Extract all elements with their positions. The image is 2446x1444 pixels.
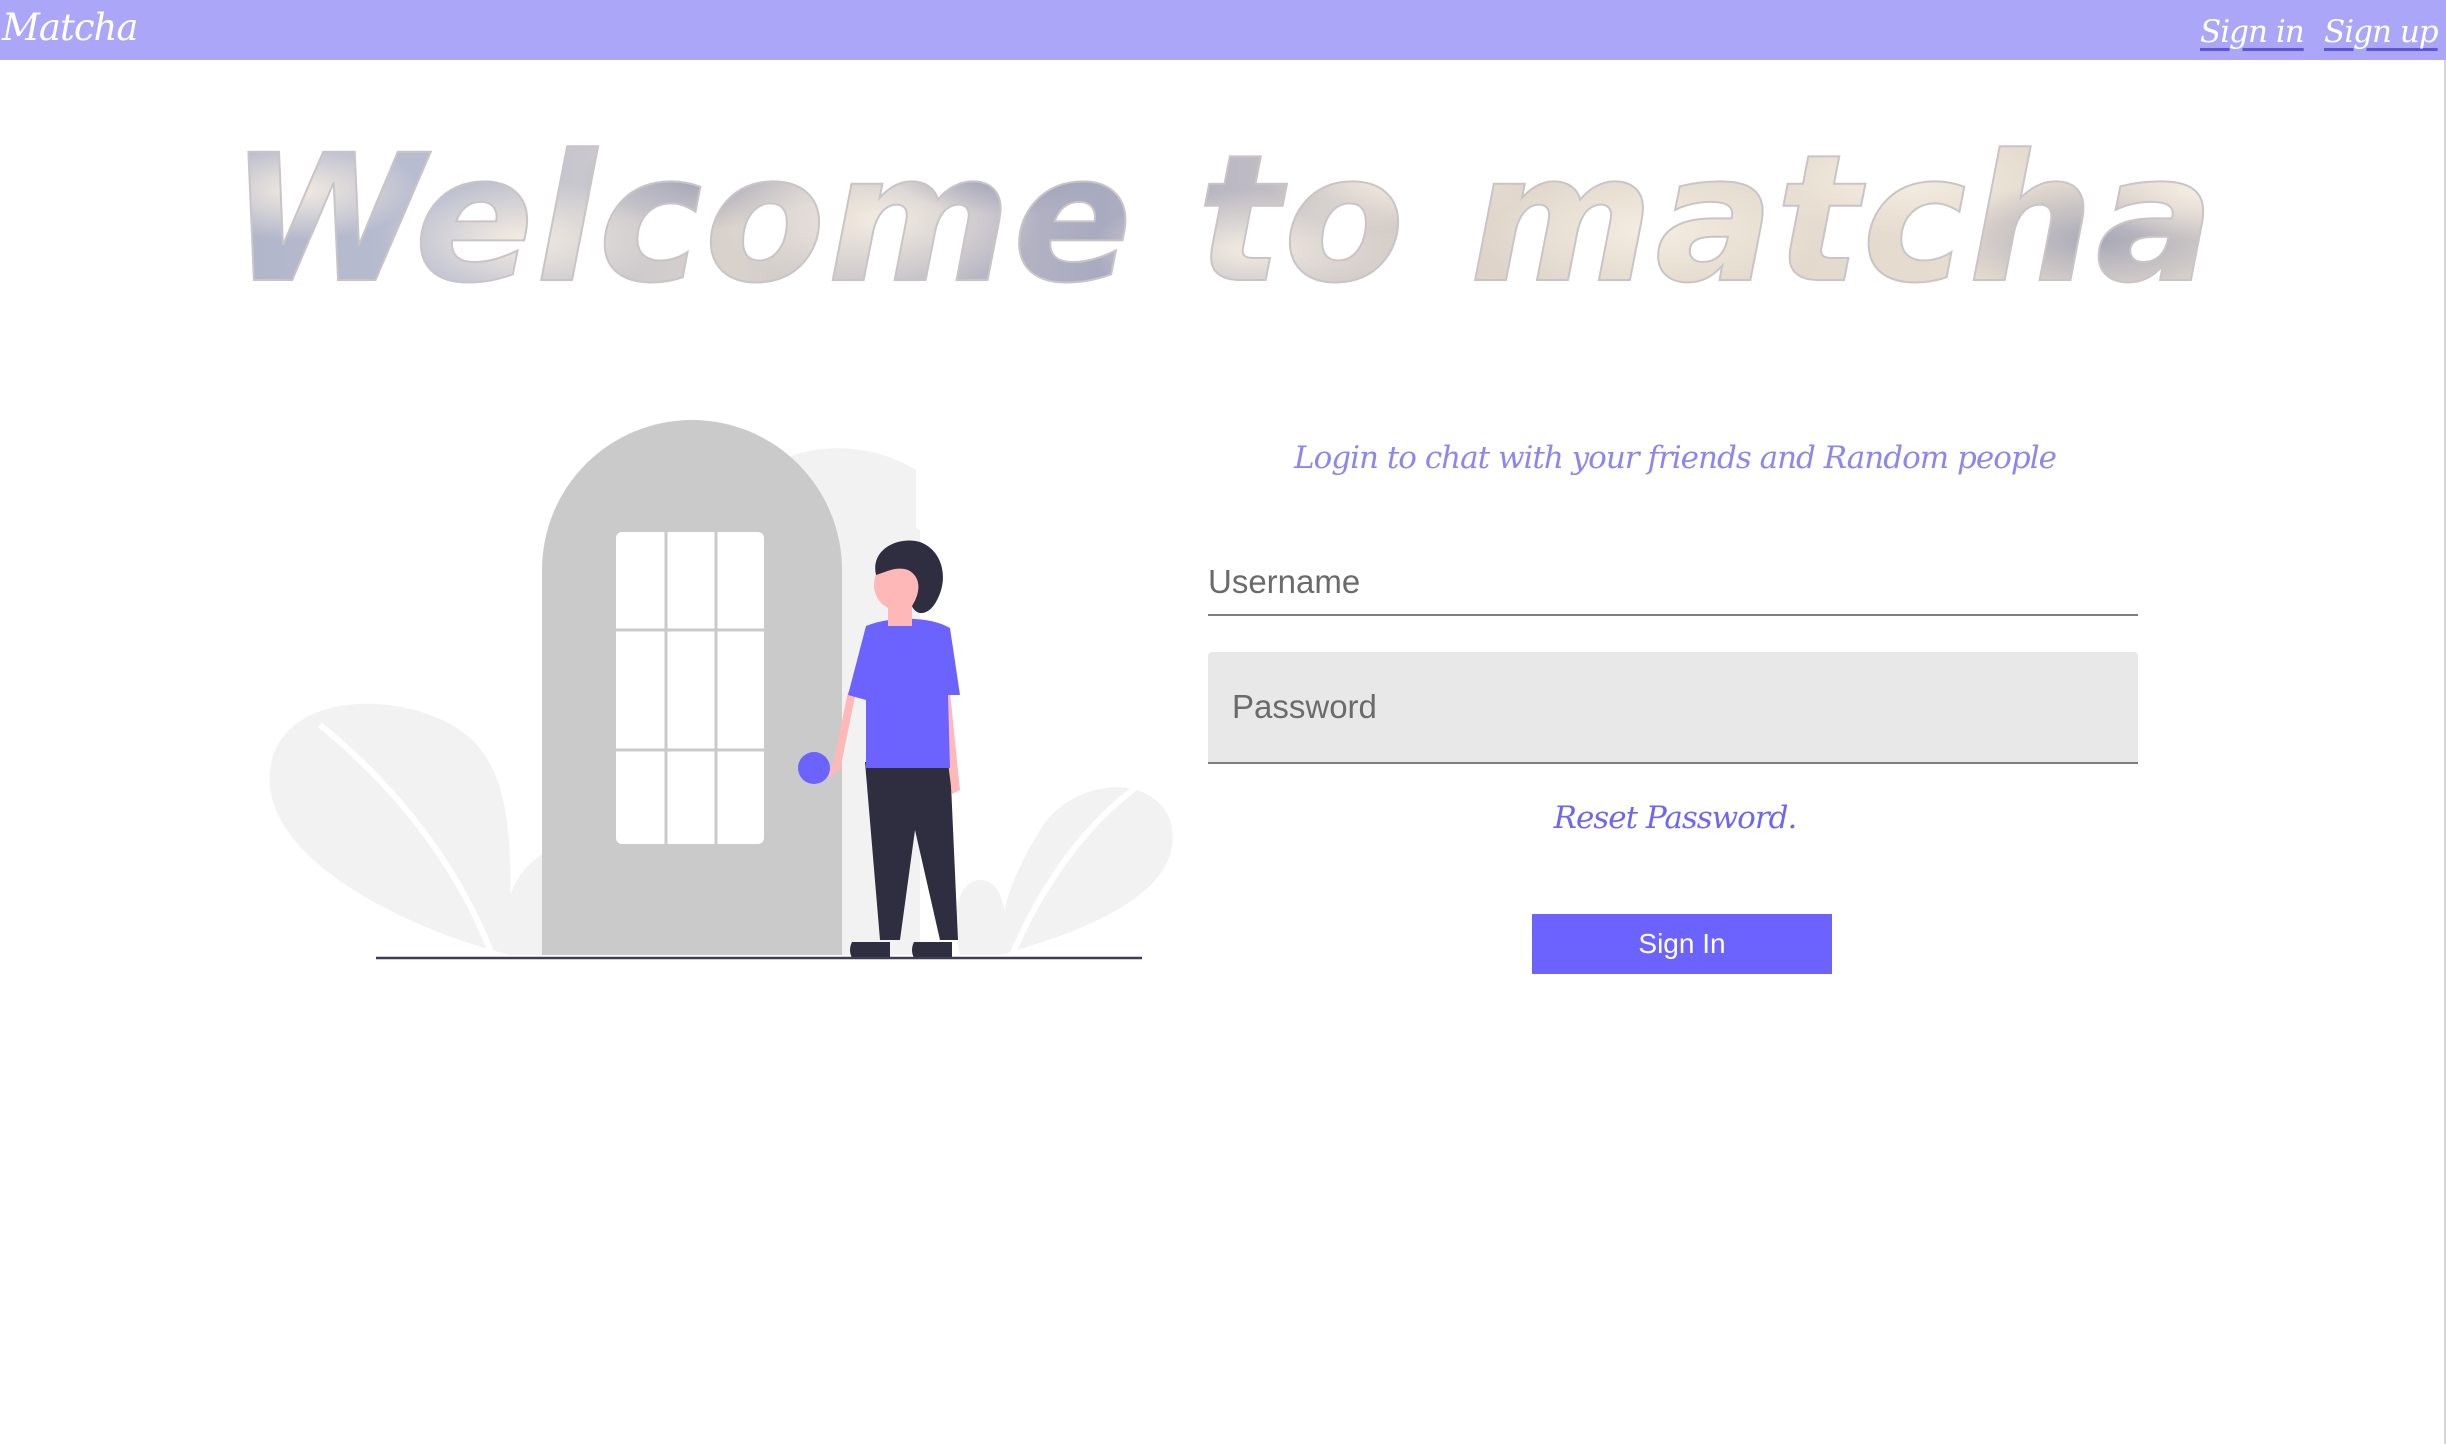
password-input[interactable] [1208,652,2138,762]
password-field[interactable] [1208,652,2138,764]
username-input[interactable] [1208,550,2138,614]
nav-sign-up-link[interactable]: Sign up [2324,14,2439,50]
person-at-door-illustration [260,410,1190,970]
door-window [616,532,764,844]
username-field[interactable] [1208,550,2138,616]
sign-in-button[interactable]: Sign In [1532,914,1832,974]
brand-logo[interactable]: Matcha [2,6,138,49]
hero-title-graphic: Welcome to matcha [229,120,2217,300]
hero-title-container: Welcome to matcha [0,120,2446,300]
nav-sign-in-link[interactable]: Sign in [2200,14,2305,50]
hero-title: Welcome to matcha [230,120,2217,300]
reset-password-link[interactable]: Reset Password. [1200,800,2150,836]
door-knob [798,752,830,784]
top-navbar: Matcha Sign in Sign up [0,0,2446,60]
login-tagline: Login to chat with your friends and Rand… [1294,440,2057,476]
